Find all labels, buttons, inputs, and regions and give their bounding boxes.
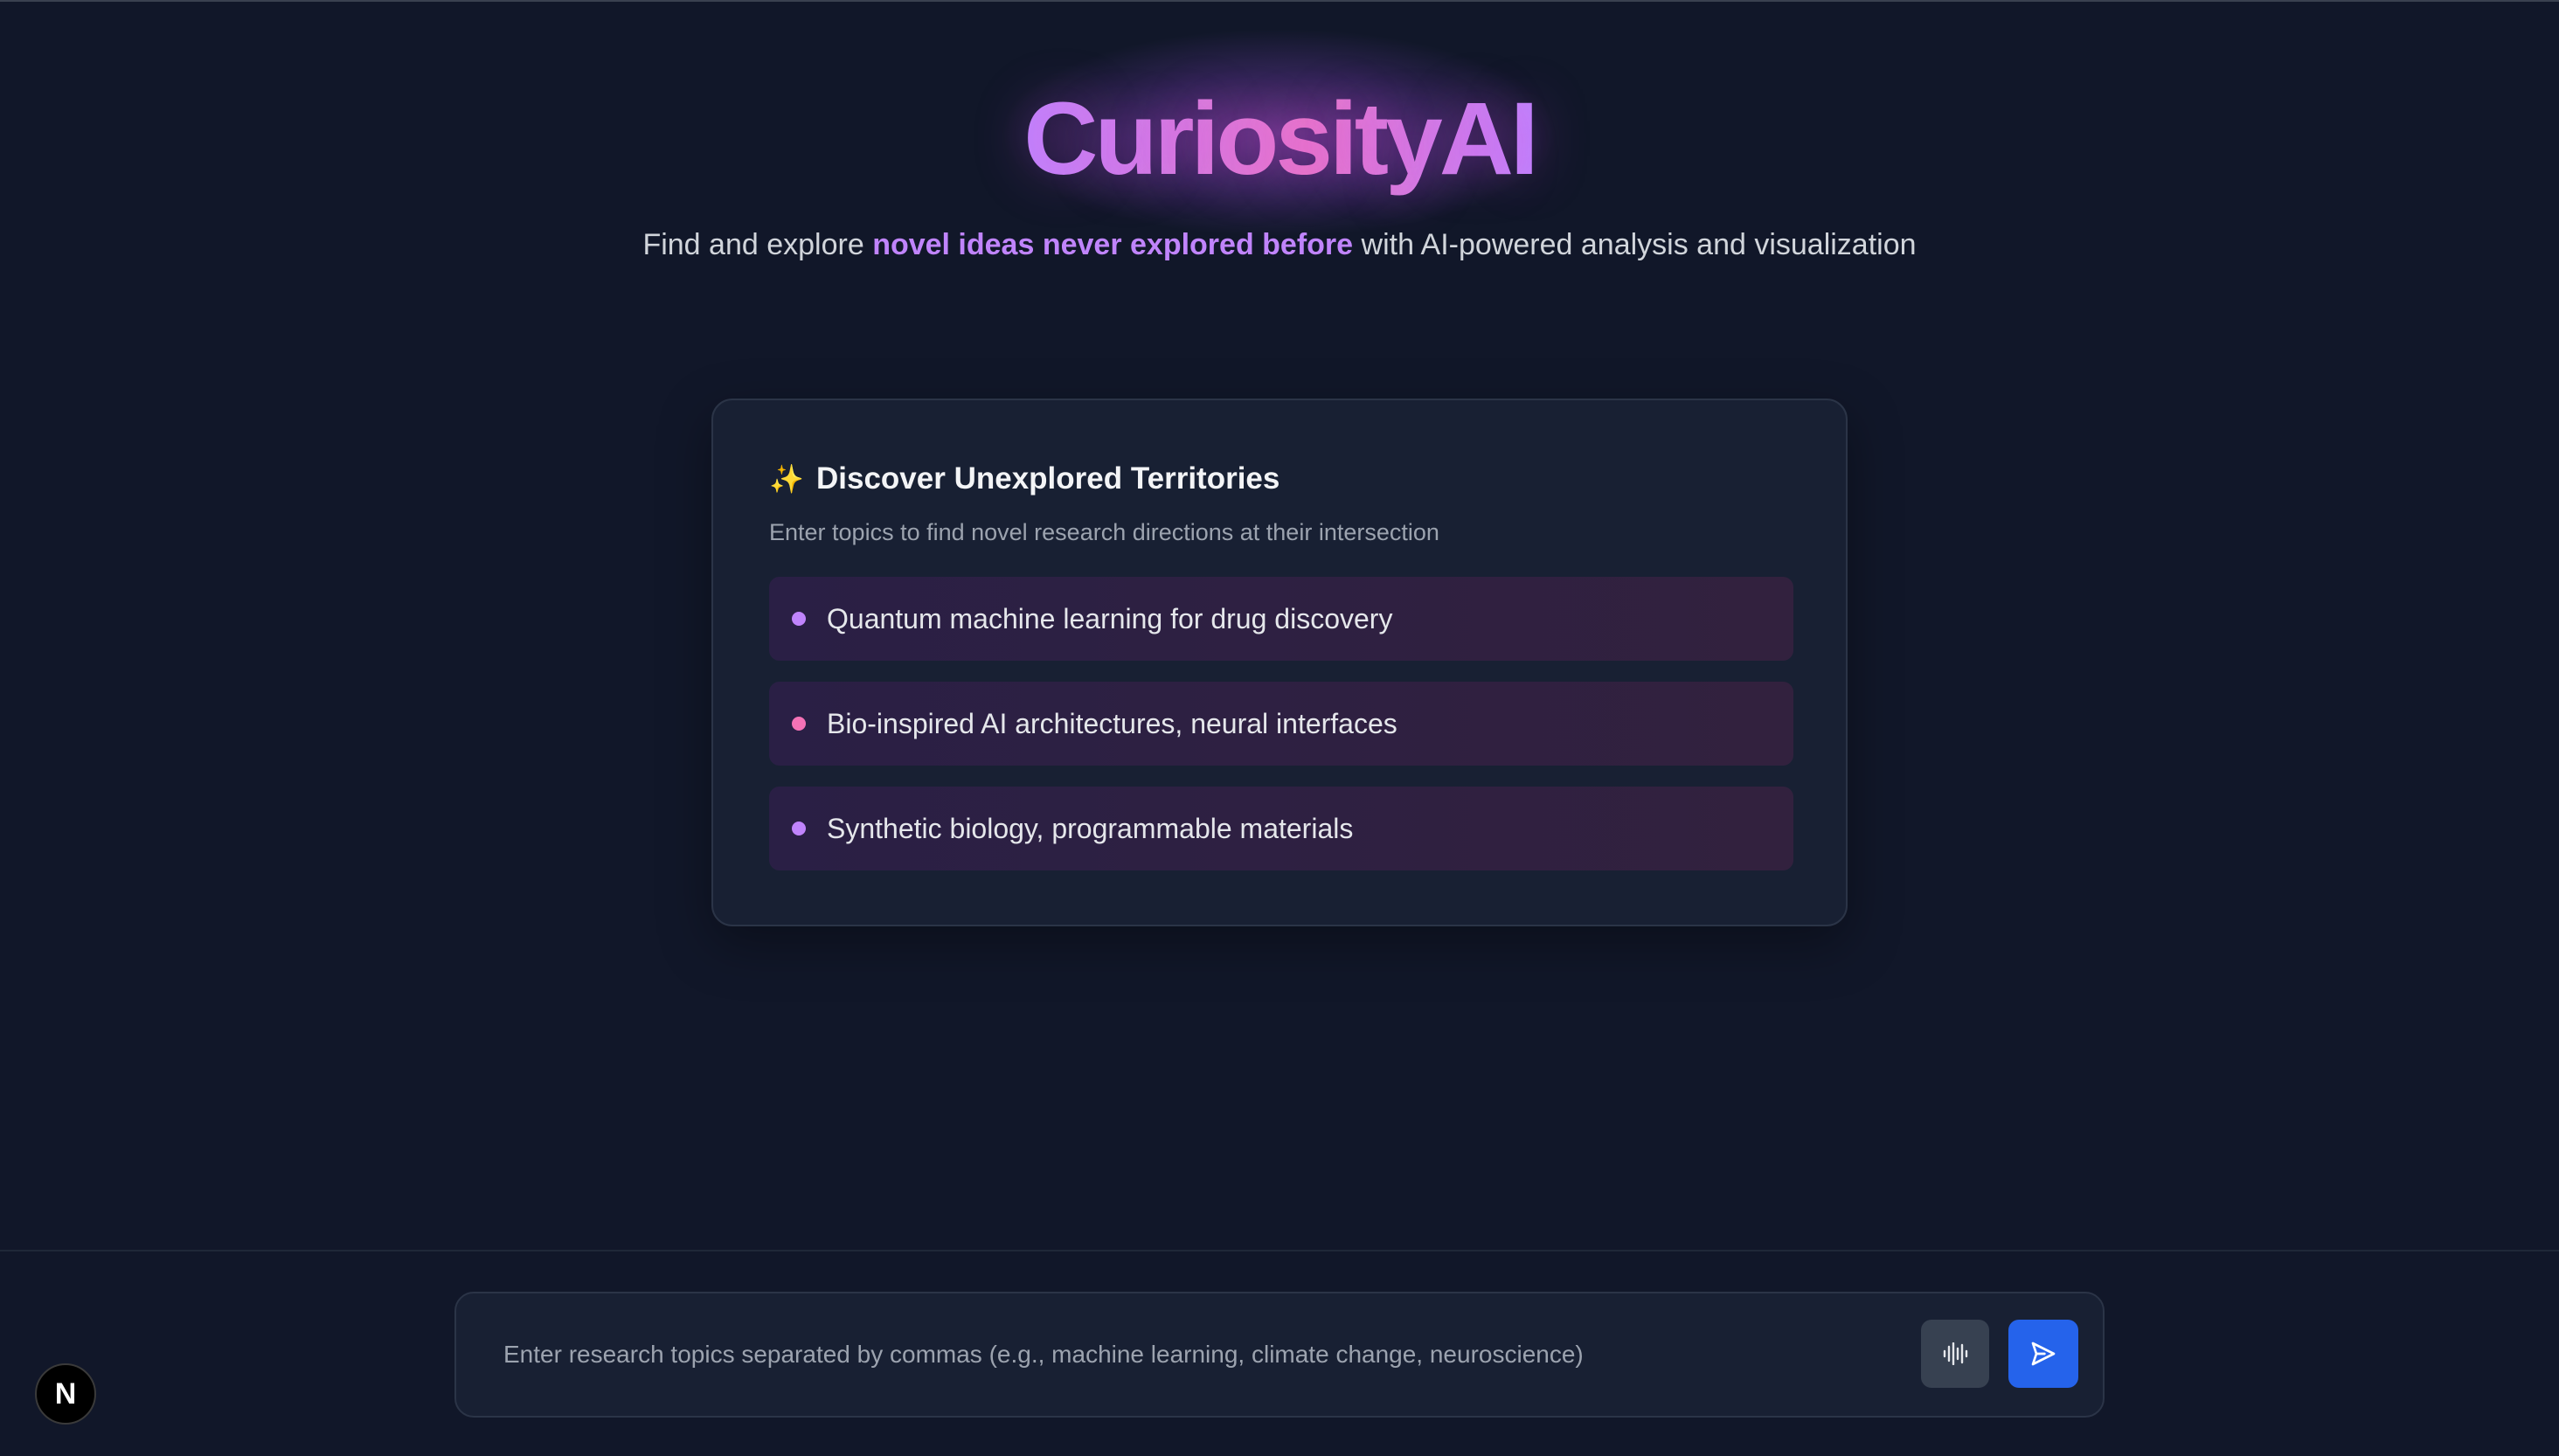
send-button[interactable]	[2008, 1320, 2078, 1388]
footer-divider	[0, 1250, 2559, 1251]
brand-title: CuriosityAI	[1023, 81, 1538, 197]
nextjs-dev-badge[interactable]: N	[35, 1363, 96, 1425]
example-topic-quantum[interactable]: Quantum machine learning for drug discov…	[769, 577, 1793, 661]
topic-label: Synthetic biology, programmable material…	[827, 812, 1354, 844]
sparkles-icon: ✨	[769, 463, 804, 495]
card-title: Discover Unexplored Territories	[816, 461, 1280, 496]
voice-input-button[interactable]	[1921, 1320, 1989, 1388]
tagline: Find and explore novel ideas never explo…	[0, 220, 2559, 270]
example-topics-list: Quantum machine learning for drug discov…	[769, 577, 1793, 891]
bullet-dot	[792, 717, 806, 731]
tagline-highlight: novel ideas never explored before	[872, 228, 1354, 261]
audio-waveform-icon	[1943, 1342, 1968, 1365]
discover-card: ✨ Discover Unexplored Territories Enter …	[711, 399, 1848, 926]
app-root: CuriosityAI Find and explore novel ideas…	[0, 0, 2559, 1456]
research-topics-input[interactable]	[503, 1321, 1814, 1388]
topic-composer	[454, 1292, 2105, 1418]
bullet-dot	[792, 822, 806, 835]
topic-label: Bio-inspired AI architectures, neural in…	[827, 707, 1397, 739]
example-topic-bio-inspired[interactable]: Bio-inspired AI architectures, neural in…	[769, 682, 1793, 766]
example-topic-synthetic-biology[interactable]: Synthetic biology, programmable material…	[769, 787, 1793, 870]
topic-label: Quantum machine learning for drug discov…	[827, 602, 1393, 634]
tagline-post: with AI-powered analysis and visualizati…	[1353, 228, 1917, 261]
bullet-dot	[792, 612, 806, 626]
card-header: ✨ Discover Unexplored Territories	[769, 461, 1280, 496]
card-subtitle: Enter topics to find novel research dire…	[769, 519, 1439, 545]
tagline-pre: Find and explore	[642, 228, 873, 261]
send-icon	[2031, 1342, 2056, 1366]
